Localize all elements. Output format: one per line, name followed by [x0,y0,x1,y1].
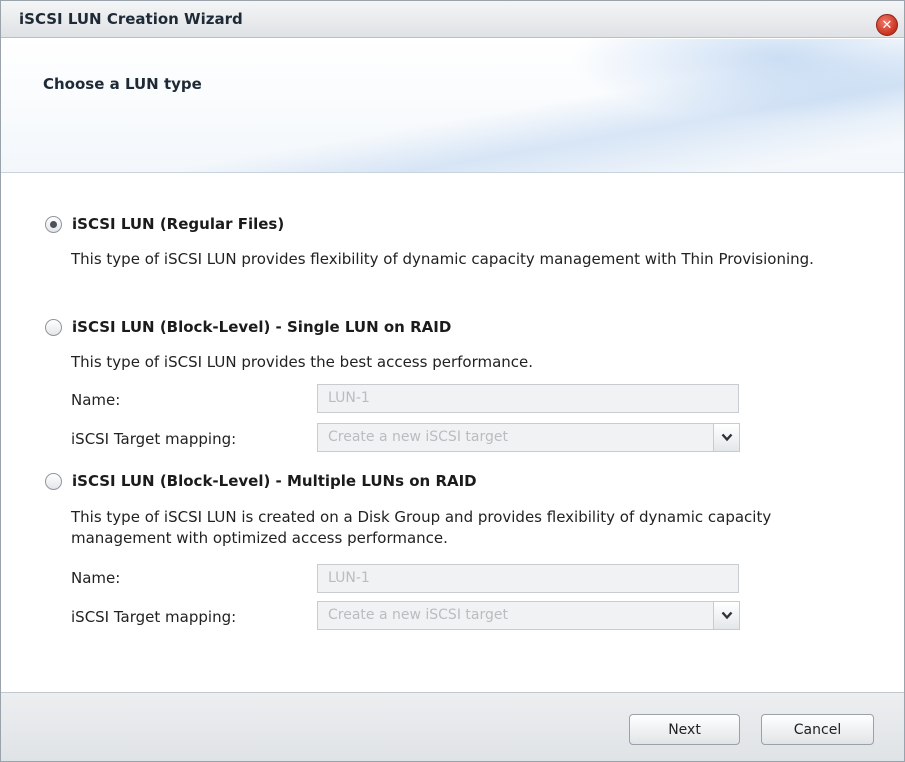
wizard-footer: Next Cancel [1,692,904,761]
name-label: Name: [71,391,121,409]
option-single-lun[interactable]: iSCSI LUN (Block-Level) - Single LUN on … [45,318,451,336]
close-button[interactable]: ✕ [876,14,898,36]
radio-single-lun[interactable] [45,318,62,336]
option-description: This type of iSCSI LUN provides flexibil… [71,250,814,268]
radio-regular-files[interactable] [45,215,62,233]
chevron-down-icon [721,433,732,442]
multiple-luns-name-field[interactable]: LUN-1 [317,564,739,593]
wizard-window: iSCSI LUN Creation Wizard ✕ Choose a LUN… [0,0,905,762]
wizard-header: Choose a LUN type [1,39,904,173]
chevron-down-icon [721,611,732,620]
title-bar[interactable]: iSCSI LUN Creation Wizard ✕ [1,1,904,38]
option-description: This type of iSCSI LUN is created on a D… [71,508,772,547]
next-button[interactable]: Next [629,714,740,745]
radio-multiple-luns[interactable] [45,472,62,490]
mapping-label: iSCSI Target mapping: [71,608,237,626]
cancel-button[interactable]: Cancel [761,714,874,745]
dropdown-button[interactable] [713,602,739,629]
single-lun-mapping-select[interactable]: Create a new iSCSI target [317,423,740,452]
window-title: iSCSI LUN Creation Wizard [19,10,243,28]
option-description: This type of iSCSI LUN provides the best… [71,353,534,371]
name-label: Name: [71,569,121,587]
select-value: Create a new iSCSI target [328,429,508,445]
option-label: iSCSI LUN (Block-Level) - Single LUN on … [72,318,452,336]
single-lun-name-field[interactable]: LUN-1 [317,384,739,413]
mapping-label: iSCSI Target mapping: [71,430,237,448]
dropdown-button[interactable] [713,424,739,451]
option-label: iSCSI LUN (Block-Level) - Multiple LUNs … [72,472,477,490]
select-value: Create a new iSCSI target [328,607,508,623]
option-label: iSCSI LUN (Regular Files) [72,215,285,233]
option-multiple-luns[interactable]: iSCSI LUN (Block-Level) - Multiple LUNs … [45,472,477,490]
step-heading: Choose a LUN type [43,75,202,93]
option-regular-files[interactable]: iSCSI LUN (Regular Files) [45,215,284,233]
multiple-luns-mapping-select[interactable]: Create a new iSCSI target [317,601,740,630]
close-icon: ✕ [881,17,893,33]
